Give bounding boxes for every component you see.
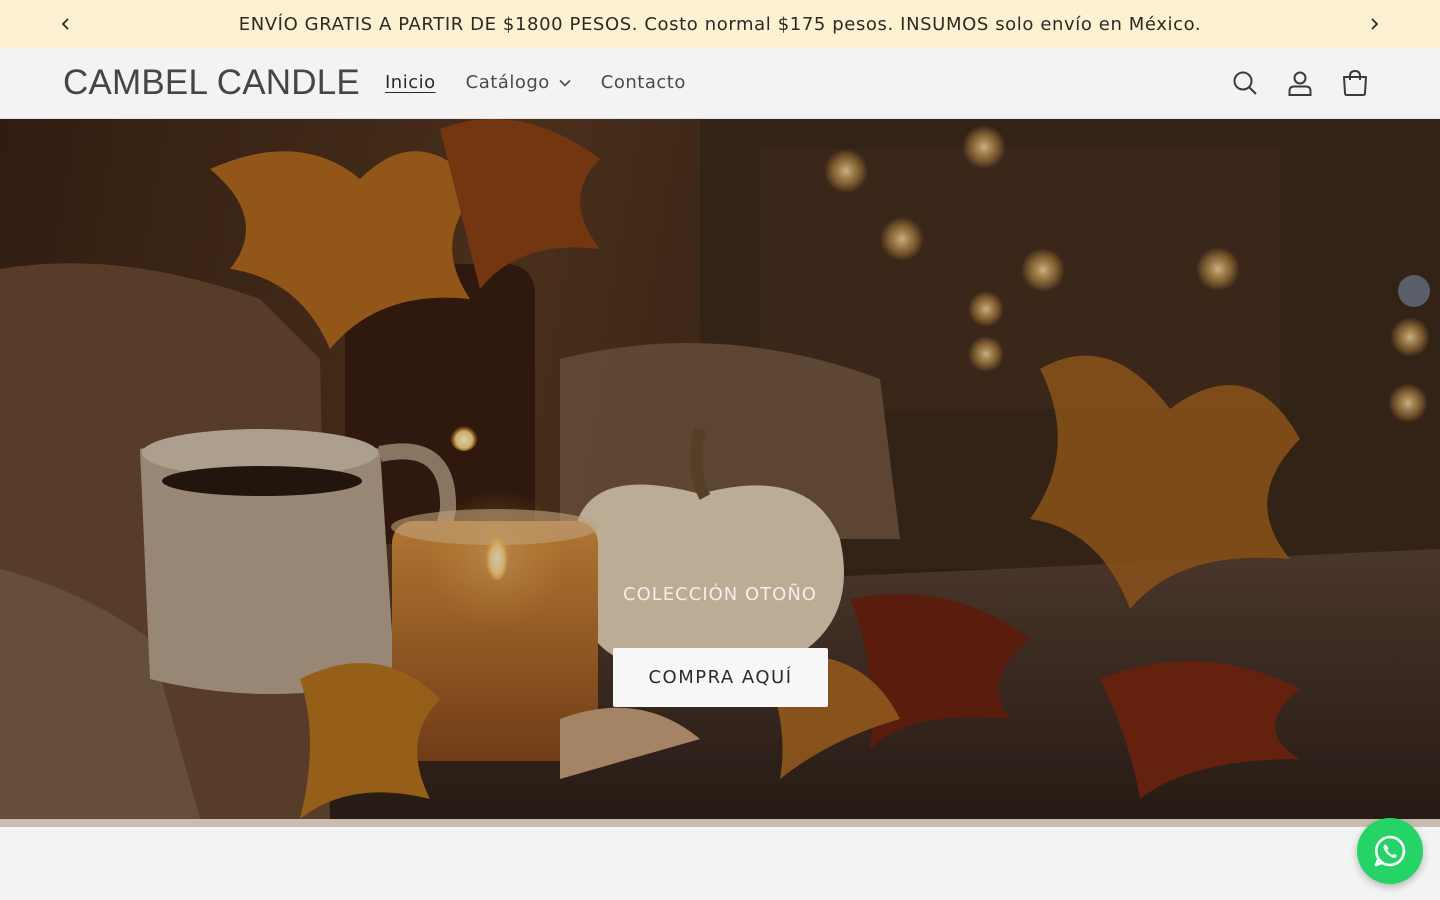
whatsapp-button[interactable] <box>1357 818 1423 884</box>
whatsapp-icon <box>1374 835 1406 867</box>
nav-item-catalogo[interactable]: Catálogo <box>466 72 571 93</box>
announcement-text: ENVÍO GRATIS A PARTIR DE $1800 PESOS. Co… <box>238 13 1202 35</box>
chevron-left-icon[interactable] <box>54 12 78 36</box>
shop-now-button[interactable]: COMPRA AQUÍ <box>613 648 828 707</box>
cart-icon[interactable] <box>1332 63 1378 103</box>
nav-item-contacto[interactable]: Contacto <box>601 72 686 93</box>
hero-subtitle: COLECCIÓN OTOÑO <box>623 584 817 605</box>
chevron-right-icon[interactable] <box>1362 12 1386 36</box>
site-header: CAMBEL CANDLE Inicio Catálogo Contacto <box>0 48 1440 119</box>
hero-banner: COLECCIÓN OTOÑO COMPRA AQUÍ <box>0 119 1440 819</box>
hero-bottom-divider <box>0 819 1440 827</box>
search-icon[interactable] <box>1222 63 1268 103</box>
nav-item-catalogo-label: Catálogo <box>465 72 550 93</box>
announcement-bar: ENVÍO GRATIS A PARTIR DE $1800 PESOS. Co… <box>0 0 1440 48</box>
nav-item-inicio[interactable]: Inicio <box>385 72 436 93</box>
hero-overlay <box>0 119 1440 819</box>
header-actions <box>1222 63 1387 103</box>
site-logo[interactable]: CAMBEL CANDLE <box>63 63 360 103</box>
account-icon[interactable] <box>1277 63 1323 103</box>
main-nav: Inicio Catálogo Contacto <box>385 72 716 93</box>
chevron-down-icon <box>559 79 571 87</box>
